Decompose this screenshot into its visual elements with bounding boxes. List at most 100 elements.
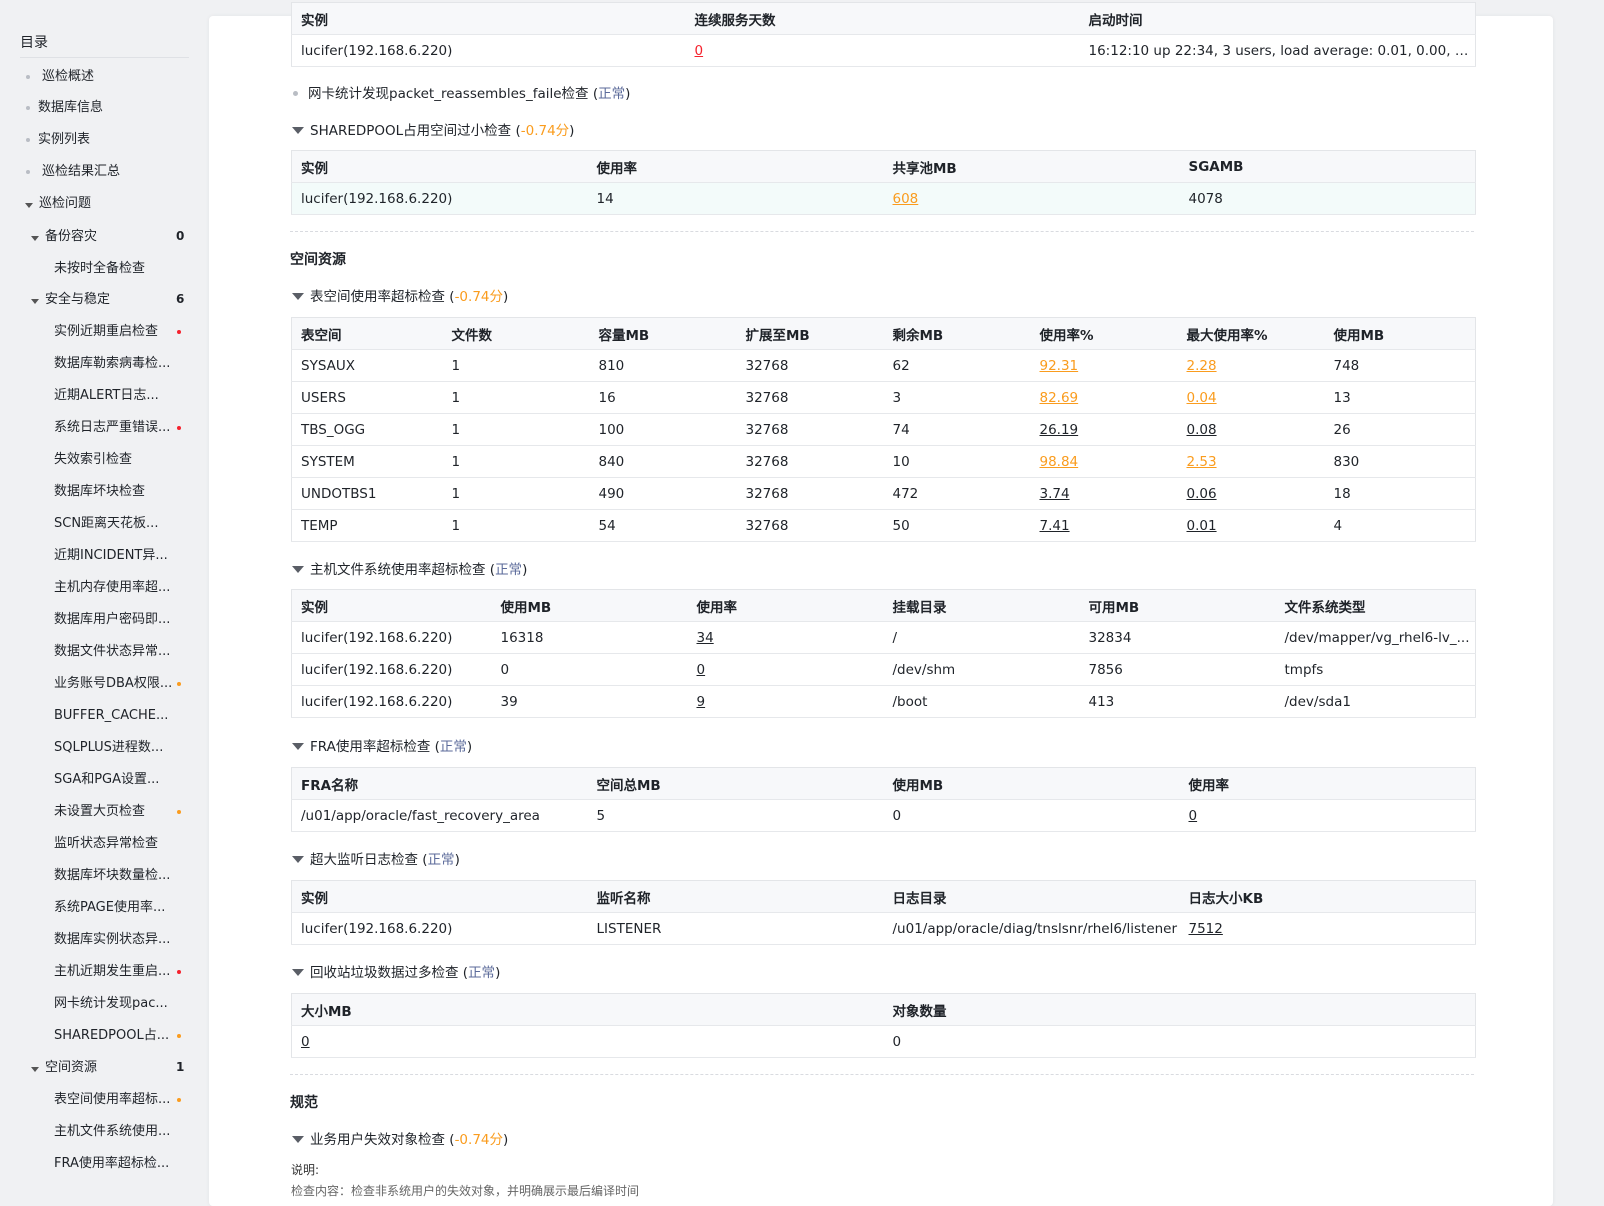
table-link[interactable]: 3.74 bbox=[1040, 486, 1070, 502]
host-fs-check-heading[interactable]: 主机文件系统使用率超标检查 (正常) bbox=[292, 558, 527, 578]
table-link[interactable]: 0.08 bbox=[1187, 422, 1217, 438]
toc-item-restart[interactable]: 实例近期重启检查 bbox=[54, 322, 158, 342]
table-link[interactable]: 26.19 bbox=[1040, 422, 1079, 438]
toc-item-listener-status[interactable]: 监听状态异常检查 bbox=[54, 834, 158, 854]
toc-item-db-info[interactable]: 数据库信息 bbox=[38, 98, 103, 118]
toc-item-host-fs[interactable]: 主机文件系统使用... bbox=[54, 1122, 170, 1142]
table-link[interactable]: 82.69 bbox=[1040, 390, 1079, 406]
toc-item-buffer-cache[interactable]: BUFFER_CACHE... bbox=[54, 706, 168, 726]
toc-item-bad-block-count[interactable]: 数据库坏块数量检... bbox=[54, 866, 170, 886]
table-header: 大小MB bbox=[291, 993, 884, 1026]
table-header: 使用率 bbox=[1179, 767, 1476, 800]
toc-item-nic[interactable]: 网卡统计发现pac... bbox=[54, 994, 168, 1014]
toc-group-space[interactable]: 空间资源 bbox=[45, 1058, 97, 1078]
toc-item-incident[interactable]: 近期INCIDENT异... bbox=[54, 546, 168, 566]
toc-item-instances[interactable]: 实例列表 bbox=[38, 130, 90, 150]
table-row: SYSAUX 1 810 32768 62 92.31 2.28 748 bbox=[291, 349, 1476, 382]
table-link[interactable]: 0.04 bbox=[1187, 390, 1217, 406]
toc-item-password[interactable]: 数据库用户密码即... bbox=[54, 610, 170, 630]
toc-item-alert-log[interactable]: 近期ALERT日志... bbox=[54, 386, 159, 406]
table-link[interactable]: 0 bbox=[1189, 808, 1198, 824]
table-header: 空间总MB bbox=[587, 767, 884, 800]
table-link[interactable]: 7.41 bbox=[1040, 518, 1070, 534]
toc-item-scn[interactable]: SCN距离天花板... bbox=[54, 514, 158, 534]
table-link[interactable]: 92.31 bbox=[1040, 358, 1079, 374]
chevron-down-icon[interactable] bbox=[31, 236, 39, 241]
chevron-down-icon[interactable] bbox=[25, 203, 33, 208]
collapse-triangle-icon[interactable] bbox=[292, 127, 304, 134]
collapse-triangle-icon[interactable] bbox=[292, 856, 304, 863]
toc-item-invalid-index[interactable]: 失效索引检查 bbox=[54, 450, 132, 470]
table-cell: 0 bbox=[1179, 799, 1476, 832]
toc-item-issues[interactable]: 巡检问题 bbox=[39, 194, 91, 214]
invalid-object-check-heading[interactable]: 业务用户失效对象检查 (-0.74分) bbox=[292, 1128, 508, 1148]
chevron-down-icon[interactable] bbox=[31, 299, 39, 304]
table-link[interactable]: 34 bbox=[697, 630, 714, 646]
table-cell: 5 bbox=[587, 799, 884, 832]
table-cell: LISTENER bbox=[587, 912, 884, 945]
collapse-triangle-icon[interactable] bbox=[292, 293, 304, 300]
table-row: SYSTEM 1 840 32768 10 98.84 2.53 830 bbox=[291, 445, 1476, 478]
table-row: TBS_OGG 1 100 32768 74 26.19 0.08 26 bbox=[291, 413, 1476, 446]
check-title-close: ) bbox=[503, 289, 509, 305]
toc-item-overview[interactable]: 巡检概述 bbox=[42, 67, 94, 87]
listener-check-heading[interactable]: 超大监听日志检查 (正常) bbox=[292, 848, 460, 868]
table-link[interactable]: 0.01 bbox=[1187, 518, 1217, 534]
table-link[interactable]: 0 bbox=[697, 662, 706, 678]
table-cell: 490 bbox=[589, 477, 737, 510]
toc-item-host-mem[interactable]: 主机内存使用率超... bbox=[54, 578, 170, 598]
table-header: 使用MB bbox=[1324, 317, 1476, 350]
table-cell: 34 bbox=[687, 621, 884, 654]
toc-group-security[interactable]: 安全与稳定 bbox=[45, 290, 110, 310]
chevron-down-icon[interactable] bbox=[31, 1067, 39, 1072]
toc-item-ransomware[interactable]: 数据库勒索病毒检... bbox=[54, 354, 170, 374]
toc-item-syslog[interactable]: 系统日志严重错误... bbox=[54, 418, 170, 438]
toc-item-instance-status[interactable]: 数据库实例状态异... bbox=[54, 930, 170, 950]
table-cell: SYSTEM bbox=[291, 445, 443, 478]
toc-item-host-restart[interactable]: 主机近期发生重启... bbox=[54, 962, 170, 982]
toc-item-sqlplus[interactable]: SQLPLUS进程数... bbox=[54, 738, 163, 758]
check-title-close: ) bbox=[625, 86, 631, 102]
table-header: 实例 bbox=[291, 2, 686, 35]
status-dot-red bbox=[177, 970, 181, 974]
toc-item-hugepage[interactable]: 未设置大页检查 bbox=[54, 802, 145, 822]
table-link[interactable]: 0.06 bbox=[1187, 486, 1217, 502]
section-divider bbox=[290, 231, 1474, 232]
toc-item-tablespace[interactable]: 表空间使用率超标... bbox=[54, 1090, 170, 1110]
collapse-triangle-icon[interactable] bbox=[292, 566, 304, 573]
recyclebin-check-heading[interactable]: 回收站垃圾数据过多检查 (正常) bbox=[292, 961, 500, 981]
table-cell: 32768 bbox=[736, 349, 884, 382]
table-link[interactable]: 0 bbox=[695, 43, 704, 59]
collapse-triangle-icon[interactable] bbox=[292, 969, 304, 976]
toc-item-page-usage[interactable]: 系统PAGE使用率... bbox=[54, 898, 165, 918]
fra-check-heading[interactable]: FRA使用率超标检查 (正常) bbox=[292, 735, 472, 755]
table-cell: lucifer(192.168.6.220) bbox=[291, 34, 686, 67]
table-link[interactable]: 7512 bbox=[1189, 921, 1223, 937]
toc-item-bad-block[interactable]: 数据库坏块检查 bbox=[54, 482, 145, 502]
table-cell: SYSAUX bbox=[291, 349, 443, 382]
table-cell: 26.19 bbox=[1030, 413, 1178, 446]
toc-item-sharedpool[interactable]: SHAREDPOOL占... bbox=[54, 1026, 169, 1046]
table-link[interactable]: 2.28 bbox=[1187, 358, 1217, 374]
check-title: 业务用户失效对象检查 ( bbox=[310, 1132, 455, 1148]
table-link[interactable]: 2.53 bbox=[1187, 454, 1217, 470]
table-cell: 840 bbox=[589, 445, 737, 478]
collapse-triangle-icon[interactable] bbox=[292, 1136, 304, 1143]
table-link[interactable]: 9 bbox=[697, 694, 706, 710]
collapse-triangle-icon[interactable] bbox=[292, 743, 304, 750]
table-cell: 4 bbox=[1324, 509, 1476, 542]
table-cell: 62 bbox=[883, 349, 1031, 382]
toc-item-dba-priv[interactable]: 业务账号DBA权限... bbox=[54, 674, 172, 694]
toc-item-fra[interactable]: FRA使用率超标检... bbox=[54, 1154, 169, 1174]
table-link[interactable]: 608 bbox=[893, 191, 919, 207]
table-link[interactable]: 98.84 bbox=[1040, 454, 1079, 470]
toc-group-backup[interactable]: 备份容灾 bbox=[45, 227, 97, 247]
toc-item-summary[interactable]: 巡检结果汇总 bbox=[42, 162, 120, 182]
tablespace-check-heading[interactable]: 表空间使用率超标检查 (-0.74分) bbox=[292, 285, 508, 305]
sharedpool-check-heading[interactable]: SHAREDPOOL占用空间过小检查 (-0.74分) bbox=[292, 119, 574, 139]
table-cell: 3 bbox=[883, 381, 1031, 414]
table-link[interactable]: 0 bbox=[301, 1034, 310, 1050]
toc-item-sga-pga[interactable]: SGA和PGA设置... bbox=[54, 770, 159, 790]
toc-item-datafile[interactable]: 数据文件状态异常... bbox=[54, 642, 170, 662]
toc-item-full-backup[interactable]: 未按时全备检查 bbox=[54, 259, 145, 279]
